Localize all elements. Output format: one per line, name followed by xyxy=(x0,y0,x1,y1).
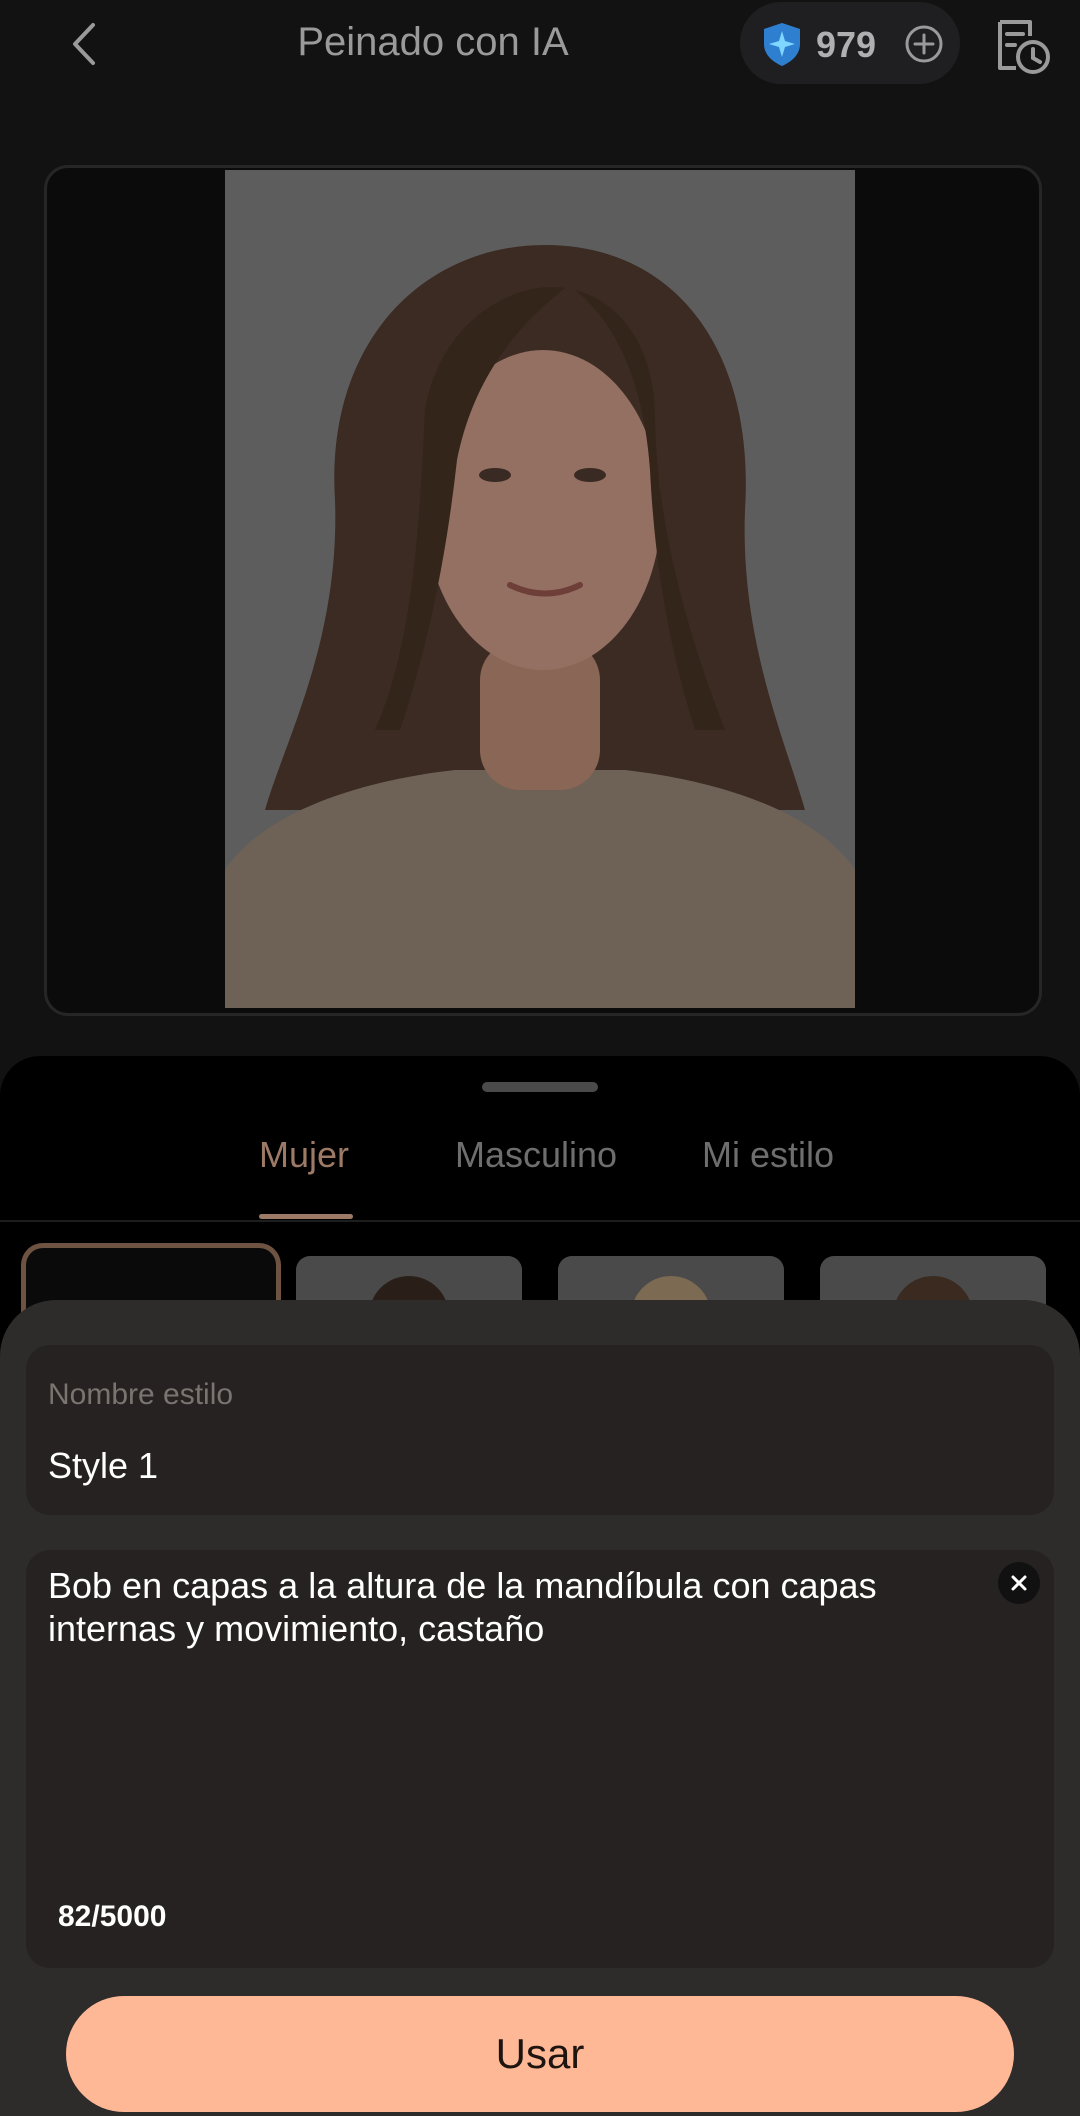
plus-circle-icon[interactable] xyxy=(904,24,944,64)
top-bar: Peinado con IA 979 xyxy=(0,0,1080,90)
tab-divider xyxy=(0,1220,1080,1222)
style-description-input[interactable]: Bob en capas a la altura de la mandíbula… xyxy=(48,1564,968,1650)
credits-count: 979 xyxy=(816,24,877,65)
history-clock-icon xyxy=(998,20,1050,74)
tab-mujer[interactable]: Mujer xyxy=(259,1134,349,1176)
portrait-photo[interactable] xyxy=(225,170,855,1008)
sheet-drag-handle[interactable] xyxy=(482,1082,598,1092)
use-button[interactable]: Usar xyxy=(66,1996,1014,2112)
shield-sparkle-icon xyxy=(764,23,800,66)
tab-active-indicator xyxy=(259,1214,353,1219)
style-name-field[interactable] xyxy=(26,1345,1054,1515)
close-icon xyxy=(1011,1575,1027,1591)
clear-description-button[interactable] xyxy=(998,1562,1040,1604)
history-button[interactable] xyxy=(990,14,1054,78)
tab-masculino[interactable]: Masculino xyxy=(455,1134,617,1176)
credits-pill[interactable]: 979 xyxy=(740,2,960,84)
style-name-label: Nombre estilo xyxy=(48,1378,234,1411)
style-name-input[interactable]: Style 1 xyxy=(48,1445,158,1487)
page-title: Peinado con IA xyxy=(297,20,569,64)
character-counter: 82/5000 xyxy=(58,1900,167,1933)
tab-mi-estilo[interactable]: Mi estilo xyxy=(702,1134,834,1176)
